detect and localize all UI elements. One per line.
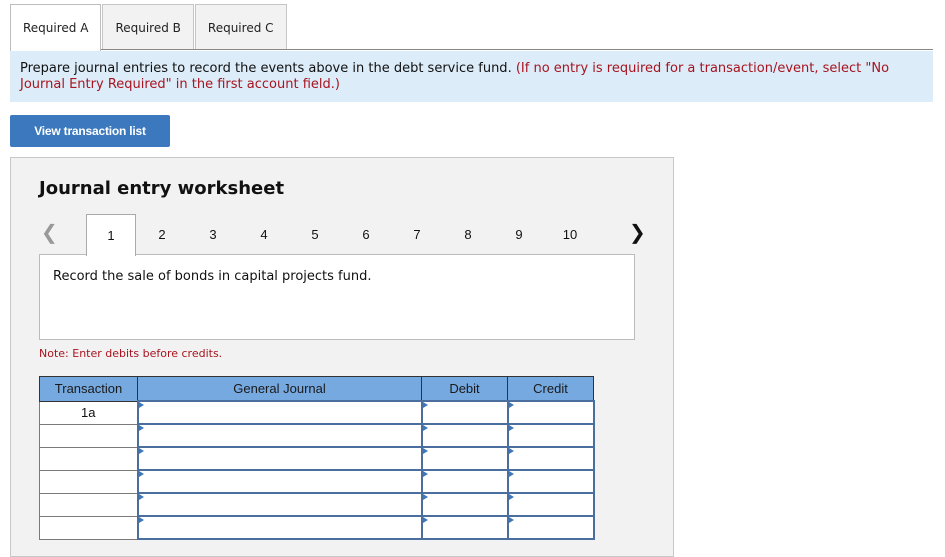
- view-transaction-list-button[interactable]: View transaction list: [10, 115, 170, 147]
- account-input[interactable]: [136, 400, 423, 425]
- description-text: Record the sale of bonds in capital proj…: [53, 269, 372, 284]
- chevron-right-icon[interactable]: ❯: [629, 220, 646, 244]
- debit-input[interactable]: [420, 492, 509, 517]
- page-5[interactable]: 5: [290, 214, 340, 255]
- debit-input[interactable]: [420, 515, 509, 540]
- page-4[interactable]: 4: [239, 214, 289, 255]
- header-general-journal: General Journal: [137, 376, 422, 402]
- table-row: [39, 515, 595, 540]
- credit-input[interactable]: [506, 469, 595, 494]
- journal-entry-worksheet: Journal entry worksheet ❮ 1 2 3 4 5 6 7 …: [10, 157, 674, 557]
- transaction-cell: 1a: [39, 400, 138, 425]
- tab-required-b[interactable]: Required B: [102, 4, 194, 50]
- credit-input[interactable]: [506, 492, 595, 517]
- entry-pager: ❮ 1 2 3 4 5 6 7 8 9 10 ❯: [39, 214, 649, 256]
- page-8[interactable]: 8: [443, 214, 493, 255]
- page-6[interactable]: 6: [341, 214, 391, 255]
- chevron-left-icon[interactable]: ❮: [41, 220, 58, 244]
- page-7[interactable]: 7: [392, 214, 442, 255]
- general-journal-table: Transaction General Journal Debit Credit…: [39, 376, 595, 540]
- header-credit: Credit: [507, 376, 594, 402]
- account-input[interactable]: [136, 469, 423, 494]
- instructions-text: Prepare journal entries to record the ev…: [20, 61, 512, 76]
- page-1[interactable]: 1: [86, 214, 136, 256]
- account-input[interactable]: [136, 492, 423, 517]
- page-9[interactable]: 9: [494, 214, 544, 255]
- table-row: 1a: [39, 400, 595, 425]
- worksheet-title: Journal entry worksheet: [39, 178, 285, 199]
- debit-input[interactable]: [420, 423, 509, 448]
- page-10[interactable]: 10: [545, 214, 595, 255]
- tabs-divider: [10, 49, 933, 50]
- credit-input[interactable]: [506, 446, 595, 471]
- table-header-row: Transaction General Journal Debit Credit: [39, 376, 594, 402]
- transaction-cell: [39, 492, 138, 517]
- account-input[interactable]: [136, 515, 423, 540]
- credit-input[interactable]: [506, 423, 595, 448]
- transaction-cell: [39, 446, 138, 471]
- debits-note: Note: Enter debits before credits.: [39, 347, 223, 360]
- tab-required-c[interactable]: Required C: [194, 4, 287, 50]
- transaction-cell: [39, 515, 138, 540]
- header-debit: Debit: [421, 376, 508, 402]
- transaction-description: Record the sale of bonds in capital proj…: [39, 254, 635, 340]
- table-row: [39, 469, 595, 494]
- debit-input[interactable]: [420, 446, 509, 471]
- header-transaction: Transaction: [39, 376, 138, 402]
- table-row: [39, 423, 595, 448]
- tab-required-a[interactable]: Required A: [10, 4, 102, 51]
- instructions-box: Prepare journal entries to record the ev…: [10, 51, 933, 102]
- table-row: [39, 446, 595, 471]
- debit-input[interactable]: [420, 469, 509, 494]
- table-row: [39, 492, 595, 517]
- page-3[interactable]: 3: [188, 214, 238, 255]
- transaction-cell: [39, 469, 138, 494]
- account-input[interactable]: [136, 446, 423, 471]
- credit-input[interactable]: [506, 400, 595, 425]
- transaction-cell: [39, 423, 138, 448]
- debit-input[interactable]: [420, 400, 509, 425]
- page-2[interactable]: 2: [137, 214, 187, 255]
- credit-input[interactable]: [506, 515, 595, 540]
- requirement-tabs: Required A Required B Required C: [10, 4, 288, 51]
- account-input[interactable]: [136, 423, 423, 448]
